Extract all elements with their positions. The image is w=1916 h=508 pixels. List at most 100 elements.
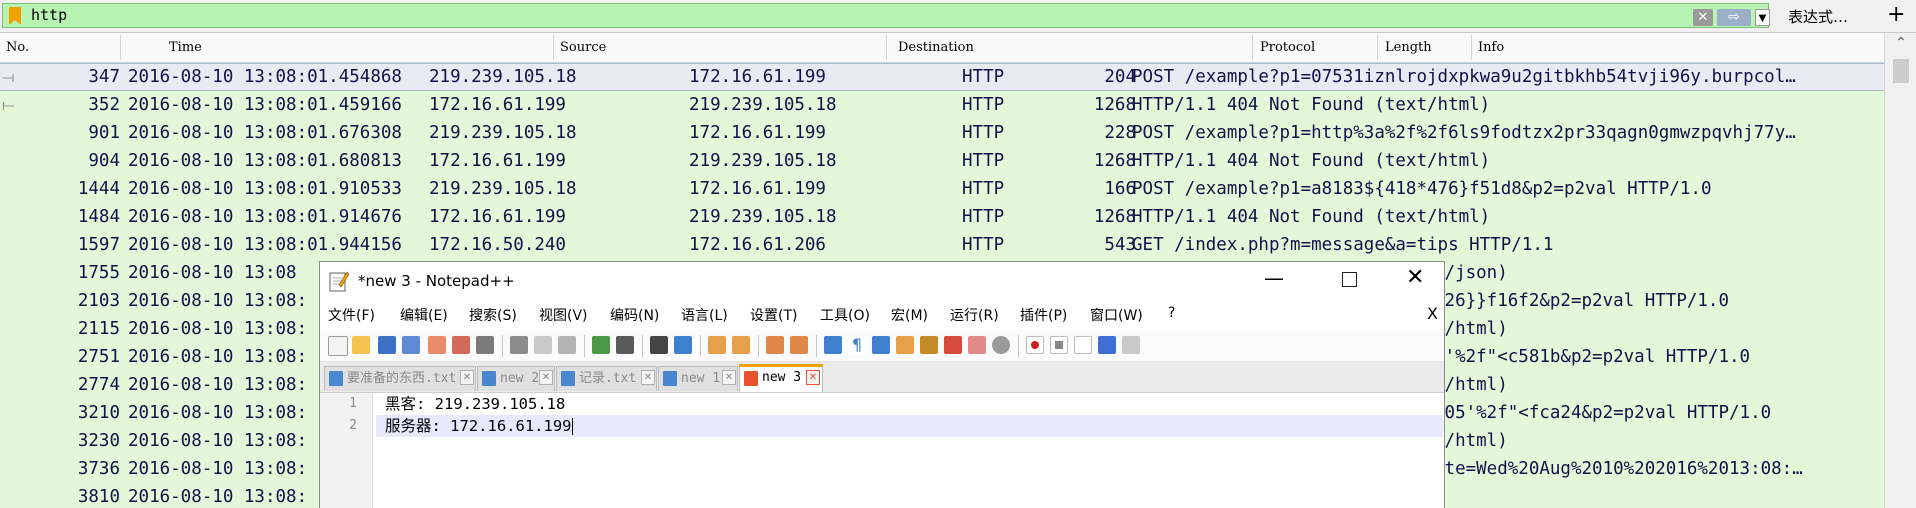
cut-icon[interactable]: [510, 336, 528, 354]
tab-close-icon[interactable]: ✕: [806, 370, 820, 385]
packet-row[interactable]: ⟝ 352 2016-08-10 13:08:01.459166 172.16.…: [0, 91, 1884, 119]
tab-close-icon[interactable]: ✕: [460, 370, 474, 385]
packet-no: 2751: [77, 347, 120, 367]
display-filter-input[interactable]: http ✕ ⇨ ▼: [2, 3, 1770, 28]
packet-row[interactable]: 901 2016-08-10 13:08:01.676308 219.239.1…: [0, 119, 1884, 147]
column-header-info[interactable]: Info: [1478, 40, 1504, 55]
open-file-icon[interactable]: [352, 336, 370, 354]
tab-new-1[interactable]: new 1 ✕: [658, 366, 738, 391]
packet-no: 3736: [77, 459, 120, 479]
save-macro-icon[interactable]: [1122, 336, 1140, 354]
editor-line[interactable]: 黑客: 219.239.105.18: [385, 393, 1443, 415]
text-editor[interactable]: 1 2 黑客: 219.239.105.18 服务器: 172.16.61.19…: [320, 393, 1444, 508]
close-file-icon[interactable]: [428, 336, 446, 354]
menu-window[interactable]: 窗口(W): [1090, 305, 1143, 325]
zoom-in-icon[interactable]: [708, 336, 726, 354]
packet-row[interactable]: 1444 2016-08-10 13:08:01.910533 219.239.…: [0, 175, 1884, 203]
menu-macro[interactable]: 宏(M): [891, 305, 928, 325]
tab-close-icon[interactable]: ✕: [539, 370, 553, 385]
tab-new-3[interactable]: new 3 ✕: [739, 364, 823, 392]
column-header-no[interactable]: No.: [6, 40, 29, 55]
menu-help[interactable]: ?: [1168, 305, 1175, 321]
minimize-button[interactable]: —: [1264, 266, 1284, 290]
chevron-down-icon[interactable]: ▼: [1755, 9, 1770, 26]
packet-time: 2016-08-10 13:08:01.680813: [128, 151, 402, 171]
tab-record[interactable]: 记录.txt ✕: [556, 366, 657, 391]
menu-file[interactable]: 文件(F): [328, 305, 375, 325]
packet-info: POST /example?p1=a8183${418*476}f51d8&p2…: [1132, 179, 1712, 199]
undo-icon[interactable]: [592, 336, 610, 354]
copy-icon[interactable]: [534, 336, 552, 354]
bookmark-icon[interactable]: [9, 7, 21, 25]
packet-protocol: HTTP: [962, 207, 1005, 227]
packet-no: 1484: [77, 207, 120, 227]
close-document-button[interactable]: X: [1427, 304, 1438, 323]
play-macro-icon[interactable]: [1074, 336, 1092, 354]
folder-as-workspace-icon[interactable]: [968, 336, 986, 354]
zoom-out-icon[interactable]: [732, 336, 750, 354]
word-wrap-icon[interactable]: [824, 336, 842, 354]
close-window-button[interactable]: ✕: [1406, 265, 1424, 290]
paste-icon[interactable]: [558, 336, 576, 354]
column-header-length[interactable]: Length: [1385, 40, 1432, 55]
redo-icon[interactable]: [616, 336, 634, 354]
column-header-time[interactable]: Time: [169, 40, 202, 55]
print-icon[interactable]: [476, 336, 494, 354]
record-macro-icon[interactable]: [1026, 336, 1044, 354]
column-header-destination[interactable]: Destination: [898, 40, 974, 55]
menu-view[interactable]: 视图(V): [539, 305, 588, 325]
menu-plugins[interactable]: 插件(P): [1020, 305, 1067, 325]
find-icon[interactable]: [650, 336, 668, 354]
packet-protocol: HTTP: [962, 151, 1005, 171]
menu-settings[interactable]: 设置(T): [750, 305, 797, 325]
packet-row[interactable]: ⟞ 347 2016-08-10 13:08:01.454868 219.239…: [0, 63, 1884, 91]
packet-length: 543: [1104, 235, 1136, 255]
window-titlebar[interactable]: *new 3 - Notepad++ — ✕: [320, 262, 1444, 300]
menu-edit[interactable]: 编辑(E): [400, 305, 448, 325]
packet-list-scrollbar[interactable]: ⌃: [1884, 33, 1916, 508]
stop-macro-icon[interactable]: [1050, 336, 1068, 354]
tab-close-icon[interactable]: ✕: [641, 370, 655, 385]
menu-search[interactable]: 搜索(S): [469, 305, 517, 325]
save-all-icon[interactable]: [402, 336, 420, 354]
packet-row[interactable]: 1484 2016-08-10 13:08:01.914676 172.16.6…: [0, 203, 1884, 231]
column-header-protocol[interactable]: Protocol: [1260, 40, 1315, 55]
column-header-source[interactable]: Source: [560, 40, 606, 55]
document-map-icon[interactable]: [920, 336, 938, 354]
document-icon: [663, 371, 677, 386]
scrollbar-thumb[interactable]: [1893, 59, 1909, 83]
indent-guide-icon[interactable]: [872, 336, 890, 354]
replace-icon[interactable]: [674, 336, 692, 354]
packet-row[interactable]: 904 2016-08-10 13:08:01.680813 172.16.61…: [0, 147, 1884, 175]
function-list-icon[interactable]: [944, 336, 962, 354]
run-macro-multiple-icon[interactable]: [1098, 336, 1116, 354]
sync-vertical-icon[interactable]: [766, 336, 784, 354]
packet-no: 1444: [77, 179, 120, 199]
clear-filter-icon[interactable]: ✕: [1693, 9, 1713, 26]
editor-current-line[interactable]: 服务器: 172.16.61.199: [376, 415, 1443, 437]
packet-no: 904: [88, 151, 120, 171]
tab-close-icon[interactable]: ✕: [722, 370, 736, 385]
packet-time: 2016-08-10 13:08:01.914676: [128, 207, 402, 227]
sync-horizontal-icon[interactable]: [790, 336, 808, 354]
document-icon: [561, 371, 575, 386]
close-all-icon[interactable]: [452, 336, 470, 354]
menu-tools[interactable]: 工具(O): [820, 305, 870, 325]
packet-row[interactable]: 1597 2016-08-10 13:08:01.944156 172.16.5…: [0, 231, 1884, 259]
menu-encoding[interactable]: 编码(N): [610, 305, 659, 325]
menu-language[interactable]: 语言(L): [681, 305, 728, 325]
tab-new-2[interactable]: new 2 ✕: [477, 366, 555, 391]
user-language-icon[interactable]: [896, 336, 914, 354]
save-icon[interactable]: [378, 336, 396, 354]
new-file-icon[interactable]: [328, 336, 348, 356]
apply-filter-icon[interactable]: ⇨: [1717, 9, 1751, 26]
chevron-up-icon[interactable]: ⌃: [1885, 35, 1916, 55]
maximize-button[interactable]: [1342, 272, 1357, 287]
packet-info: POST /example?p1=07531iznlrojdxpkwa9u2gi…: [1132, 67, 1796, 87]
menu-run[interactable]: 运行(R): [950, 305, 999, 325]
add-filter-button[interactable]: +: [1887, 2, 1905, 27]
tab-to-prepare[interactable]: 要准备的东西.txt ✕: [324, 366, 476, 391]
expression-button[interactable]: 表达式…: [1788, 6, 1848, 27]
monitoring-icon[interactable]: [992, 336, 1010, 354]
show-all-characters-icon[interactable]: ¶: [848, 336, 866, 354]
